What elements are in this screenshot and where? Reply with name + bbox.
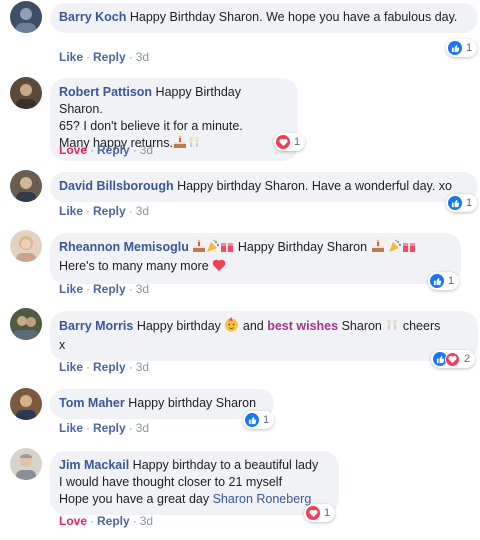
comment-author[interactable]: David Billsborough bbox=[59, 179, 174, 193]
timestamp[interactable]: 3d bbox=[136, 282, 149, 296]
comment-text: Happy birthday bbox=[136, 319, 221, 333]
comment-text: Happy Birthday Sharon. We hope you have … bbox=[129, 10, 458, 24]
clinking-glasses-icon bbox=[187, 135, 201, 154]
like-button[interactable]: Like bbox=[59, 360, 83, 374]
reply-button[interactable]: Reply bbox=[93, 204, 126, 218]
love-button[interactable]: Love bbox=[59, 514, 87, 528]
party-popper-icon bbox=[206, 239, 220, 258]
comment-bubble: Jim Mackail Happy birthday to a beautifu… bbox=[50, 451, 339, 515]
reaction-count: 1 bbox=[294, 136, 301, 148]
birthday-cake-icon bbox=[371, 239, 385, 258]
comment-text: cheers bbox=[402, 319, 441, 333]
like-icon bbox=[448, 196, 462, 210]
comment-bubble: Barry Koch Happy Birthday Sharon. We hop… bbox=[50, 3, 478, 33]
comment-author[interactable]: Barry Morris bbox=[59, 319, 133, 333]
clinking-glasses-icon bbox=[385, 318, 399, 337]
avatar[interactable] bbox=[10, 170, 42, 202]
comment-actions: Like · Reply · 3d bbox=[59, 360, 150, 374]
comment-author[interactable]: Barry Koch bbox=[59, 10, 126, 24]
timestamp[interactable]: 3d bbox=[136, 360, 149, 374]
best-wishes-link[interactable]: best wishes bbox=[267, 319, 338, 333]
reaction-summary[interactable]: 1 bbox=[274, 133, 306, 151]
like-icon bbox=[245, 413, 259, 427]
timestamp[interactable]: 3d bbox=[136, 50, 149, 64]
like-button[interactable]: Like bbox=[59, 50, 83, 64]
comment-bubble: David Billsborough Happy birthday Sharon… bbox=[50, 172, 478, 202]
comment-text-line: 65? I don't believe it for a minute. bbox=[59, 119, 243, 133]
reaction-summary[interactable]: 2 bbox=[431, 350, 476, 368]
avatar[interactable] bbox=[10, 388, 42, 420]
reply-button[interactable]: Reply bbox=[93, 421, 126, 435]
comment-author[interactable]: Jim Mackail bbox=[59, 458, 129, 472]
comment-text-line: I would have thought closer to 21 myself bbox=[59, 475, 283, 489]
comment-text: Sharon bbox=[341, 319, 382, 333]
comment-text: Happy Birthday Sharon bbox=[237, 240, 368, 254]
reply-button[interactable]: Reply bbox=[93, 282, 126, 296]
avatar[interactable] bbox=[10, 308, 42, 340]
reaction-summary[interactable]: 1 bbox=[428, 272, 460, 290]
comment-text-line: Here's to many many more bbox=[59, 259, 209, 273]
reaction-count: 1 bbox=[466, 197, 473, 209]
comment-actions: Like · Reply · 3d bbox=[59, 204, 150, 218]
birthday-cake-icon bbox=[173, 135, 187, 154]
heart-icon bbox=[276, 135, 290, 149]
avatar[interactable] bbox=[10, 230, 42, 262]
gift-icon bbox=[402, 239, 416, 258]
comment-actions: Like · Reply · 3d bbox=[59, 421, 150, 435]
heart-icon bbox=[306, 506, 320, 520]
like-button[interactable]: Like bbox=[59, 282, 83, 296]
avatar[interactable] bbox=[10, 1, 42, 33]
comment-bubble: Tom Maher Happy birthday Sharon bbox=[50, 389, 274, 419]
reply-button[interactable]: Reply bbox=[93, 50, 126, 64]
reply-button[interactable]: Reply bbox=[97, 514, 130, 528]
timestamp[interactable]: 3d bbox=[140, 143, 153, 157]
avatar[interactable] bbox=[10, 448, 42, 480]
reply-button[interactable]: Reply bbox=[97, 143, 130, 157]
comment-author[interactable]: Tom Maher bbox=[59, 396, 125, 410]
comment-actions: Like · Reply · 3d bbox=[59, 50, 150, 64]
comment-author[interactable]: Rheannon Memisoglu bbox=[59, 240, 189, 254]
like-button[interactable]: Like bbox=[59, 421, 83, 435]
reaction-count: 1 bbox=[263, 414, 270, 426]
like-icon bbox=[448, 41, 462, 55]
reaction-summary[interactable]: 1 bbox=[243, 411, 275, 429]
reaction-count: 1 bbox=[466, 42, 473, 54]
heart-icon bbox=[445, 351, 460, 367]
reaction-count: 1 bbox=[324, 507, 331, 519]
party-popper-icon bbox=[388, 239, 402, 258]
comment-text: Happy birthday Sharon. Have a wonderful … bbox=[177, 179, 453, 193]
birthday-cake-icon bbox=[192, 239, 206, 258]
reaction-count: 2 bbox=[464, 353, 471, 365]
comment-actions: Love · Reply · 3d bbox=[59, 143, 154, 157]
comment-text-line: Hope you have a great day bbox=[59, 492, 210, 506]
comment-actions: Like · Reply · 3d bbox=[59, 282, 150, 296]
comment-text-line: Happy birthday to a beautiful lady bbox=[132, 458, 319, 472]
love-button[interactable]: Love bbox=[59, 143, 87, 157]
reaction-summary[interactable]: 1 bbox=[446, 39, 478, 57]
like-icon bbox=[430, 274, 444, 288]
timestamp[interactable]: 3d bbox=[136, 204, 149, 218]
partying-face-icon bbox=[224, 317, 239, 337]
comment-actions: Love · Reply · 3d bbox=[59, 514, 154, 528]
mention-link[interactable]: Sharon Roneberg bbox=[213, 492, 312, 506]
reply-button[interactable]: Reply bbox=[93, 360, 126, 374]
red-heart-icon bbox=[212, 258, 226, 277]
comment-author[interactable]: Robert Pattison bbox=[59, 85, 152, 99]
comment-text-line: x bbox=[59, 338, 66, 352]
avatar[interactable] bbox=[10, 77, 42, 109]
reaction-count: 1 bbox=[448, 275, 455, 287]
gift-icon bbox=[220, 239, 234, 258]
reaction-summary[interactable]: 1 bbox=[446, 194, 478, 212]
comment-bubble: Rheannon Memisoglu Happy Birthday Sharon… bbox=[50, 233, 461, 284]
comment-bubble: Barry Morris Happy birthday and best wis… bbox=[50, 311, 478, 361]
comment-text: and bbox=[242, 319, 264, 333]
timestamp[interactable]: 3d bbox=[136, 421, 149, 435]
timestamp[interactable]: 3d bbox=[140, 514, 153, 528]
like-button[interactable]: Like bbox=[59, 204, 83, 218]
comment-text: Happy birthday Sharon bbox=[128, 396, 257, 410]
reaction-summary[interactable]: 1 bbox=[304, 504, 336, 522]
